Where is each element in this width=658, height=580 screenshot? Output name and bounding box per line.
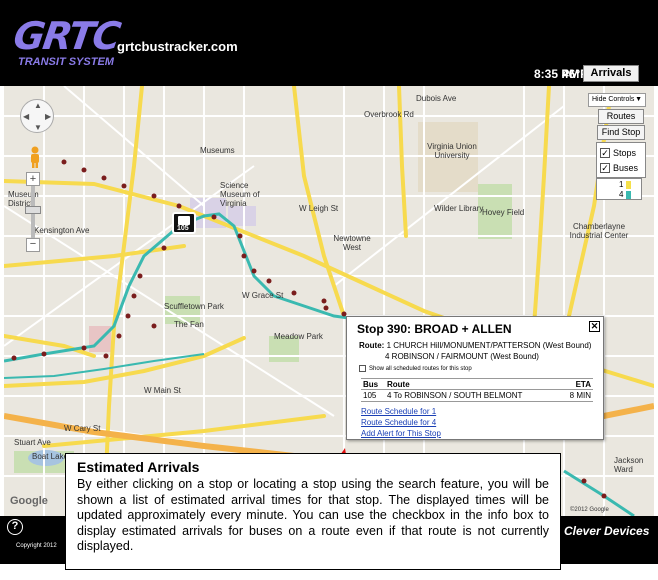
map-label-museums: Museums (200, 146, 235, 155)
route-schedule-1-link[interactable]: Route Schedule for 1 (361, 407, 436, 416)
pan-up-icon[interactable]: ▲ (34, 101, 42, 110)
site-url: grtcbustracker.com (117, 39, 238, 54)
chevron-down-icon: ▼ (635, 96, 642, 103)
pan-right-icon[interactable]: ▶ (45, 112, 51, 121)
eta-table-header: Bus Route ETA (361, 379, 593, 390)
map-label-boat-lake: Boat Lake (32, 452, 69, 461)
buses-label: Buses (613, 163, 639, 173)
bus-icon (178, 216, 190, 225)
map-label-street: W Cary St (64, 424, 101, 433)
stop-info-window: Stop 390: BROAD + ALLEN ✕ Route: 1 CHURC… (346, 316, 604, 440)
map-canvas[interactable]: Museums Science Museum of Virginia Virgi… (4, 86, 654, 516)
map-label-street: W Leigh St (299, 204, 339, 213)
routes-label: Route: (359, 341, 385, 350)
bus-cell: 105 (363, 391, 377, 400)
pan-left-icon[interactable]: ◀ (23, 112, 29, 121)
map-label-street: Kensington Ave (34, 226, 90, 235)
zoom-slider-handle[interactable] (25, 206, 41, 214)
copyright-text: Copyright 2012 (16, 543, 57, 549)
map-label-newtowne-west: Newtowne West (333, 234, 371, 252)
legend-route-number: 1 (619, 180, 624, 189)
bus-marker[interactable]: 105 (172, 212, 196, 234)
route-schedule-4-link[interactable]: Route Schedule for 4 (361, 418, 436, 427)
callout-body: By either clicking on a stop or locating… (77, 477, 549, 553)
find-stop-button[interactable]: Find Stop (597, 125, 645, 140)
map-label-street: Dubois Ave (416, 94, 457, 103)
map-label-street: W Grace St (242, 291, 284, 300)
callout-title: Estimated Arrivals (77, 459, 200, 475)
map-label-street: Overbrook Rd (364, 110, 414, 119)
zoom-in-button[interactable]: + (26, 172, 40, 186)
add-alert-link[interactable]: Add Alert for This Stop (361, 429, 441, 438)
map-label-the-fan: The Fan (174, 320, 204, 329)
legend-item: 4 (619, 190, 632, 199)
route-line-1: Route: 1 CHURCH Hill/MONUMENT/PATTERSON … (359, 341, 591, 350)
show-all-label: Show all scheduled routes for this stop (369, 365, 472, 372)
show-all-checkbox[interactable] (359, 365, 366, 372)
legend-route-number: 4 (619, 190, 624, 199)
eta-column-header: ETA (575, 380, 591, 389)
show-all-routes-toggle[interactable]: Show all scheduled routes for this stop (359, 365, 472, 372)
map-label-hovey-field: Hovey Field (482, 208, 525, 217)
buses-toggle[interactable]: ✓ Buses (600, 163, 638, 173)
help-icon[interactable]: ? (7, 519, 23, 535)
close-icon[interactable]: ✕ (589, 321, 600, 332)
legend-swatch (626, 190, 632, 199)
tutorial-callout: Estimated Arrivals By either clicking on… (65, 453, 561, 570)
map-graphics (4, 86, 654, 516)
route-column-header: Route (387, 380, 410, 389)
map-label-wilder-library: Wilder Library (434, 204, 484, 213)
logo-subtext: TRANSIT SYSTEM (18, 56, 114, 68)
map-copyright: ©2012 Google (570, 507, 609, 513)
pan-down-icon[interactable]: ▼ (34, 123, 42, 132)
clever-devices-logo: Clever Devices (564, 524, 650, 538)
map-label-chamberlayne: Chamberlayne Industrial Center (569, 222, 629, 240)
hide-controls-label: Hide Controls (592, 96, 635, 103)
layer-toggles: ✓ Stops ✓ Buses (596, 142, 646, 178)
route-cell: 4 To ROBINSON / SOUTH BELMONT (387, 391, 523, 400)
eta-table: Bus Route ETA 105 4 To ROBINSON / SOUTH … (361, 378, 593, 402)
map-label-street: Stuart Ave (14, 438, 51, 447)
map-label-street: W Main St (144, 386, 181, 395)
table-row: 105 4 To ROBINSON / SOUTH BELMONT 8 MIN (361, 390, 593, 401)
stops-toggle[interactable]: ✓ Stops (600, 148, 636, 158)
map-label-vuu: Virginia Union University (427, 142, 477, 160)
bus-column-header: Bus (363, 380, 379, 389)
logo-text: GRTC (10, 14, 122, 58)
app-header: GRTC TRANSIT SYSTEM grtcbustracker.com 8… (0, 0, 658, 86)
google-logo: Google (10, 495, 48, 507)
routes-button[interactable]: Routes (598, 109, 644, 124)
route-1-text: 1 CHURCH Hill/MONUMENT/PATTERSON (West B… (386, 341, 592, 350)
street-view-pegman-icon[interactable] (28, 146, 42, 168)
buses-checkbox[interactable]: ✓ (600, 163, 610, 173)
route-2-text: 4 ROBINSON / FAIRMOUNT (West Bound) (385, 352, 539, 361)
stops-label: Stops (613, 148, 637, 158)
grtc-logo: GRTC TRANSIT SYSTEM (11, 14, 122, 74)
stops-checkbox[interactable]: ✓ (600, 148, 610, 158)
route-legend: 1 4 (596, 178, 642, 200)
map-label-science-museum: Science Museum of Virginia (220, 181, 260, 208)
arrivals-button[interactable]: Arrivals (583, 65, 639, 82)
stop-title: Stop 390: BROAD + ALLEN (357, 322, 512, 336)
map-label-jackson-ward: Jackson Ward (614, 456, 644, 474)
map-label-scuffletown-park: Scuffletown Park (164, 302, 224, 311)
pan-control[interactable]: ▲ ▼ ◀ ▶ (20, 99, 54, 133)
bus-number: 105 (177, 225, 189, 232)
zoom-out-button[interactable]: − (26, 238, 40, 252)
eta-cell: 8 MIN (569, 391, 591, 400)
legend-item: 1 (619, 180, 632, 189)
map-label-meadow-park: Meadow Park (274, 332, 323, 341)
legend-swatch (626, 180, 632, 189)
hide-controls-dropdown[interactable]: Hide Controls ▼ (588, 93, 646, 107)
